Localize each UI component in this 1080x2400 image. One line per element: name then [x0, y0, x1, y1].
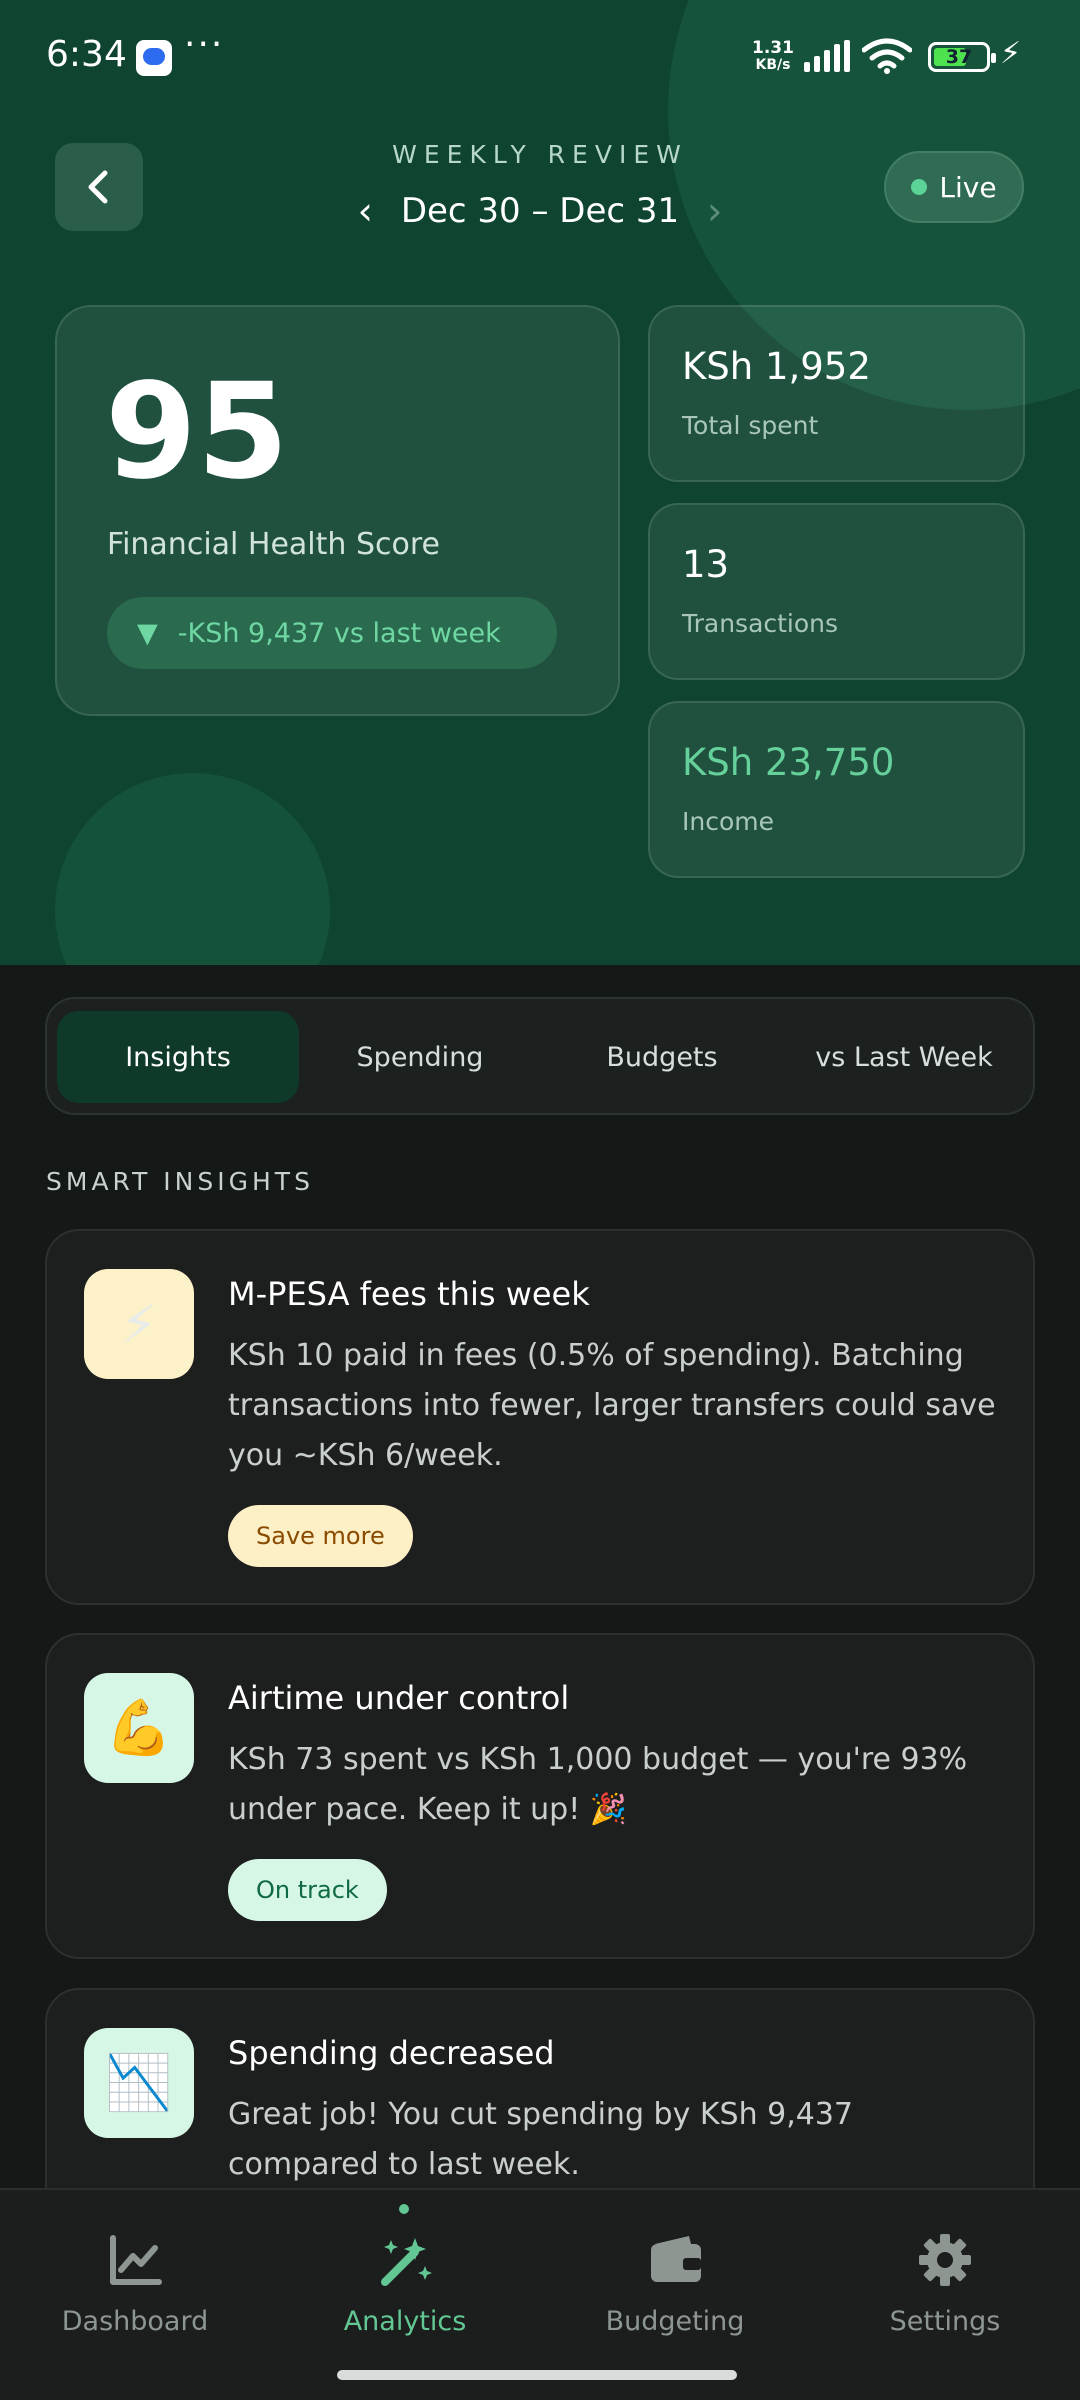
tab-vs-last-week[interactable]: vs Last Week [783, 1011, 1025, 1103]
down-arrow-icon: ▼ [137, 617, 158, 649]
insight-title: Spending decreased [228, 2034, 555, 2072]
section-title: SMART INSIGHTS [46, 1167, 314, 1196]
battery-icon: 37 [928, 42, 996, 72]
nav-dashboard[interactable]: Dashboard [25, 2230, 245, 2337]
nav-settings[interactable]: Settings [835, 2230, 1055, 2337]
status-time: 6:34 [46, 34, 127, 75]
magic-wand-icon [381, 2238, 432, 2286]
stat-value: KSh 23,750 [682, 741, 895, 784]
insight-body: KSh 10 paid in fees (0.5% of spending). … [228, 1338, 996, 1473]
insight-badge-on-track: On track [228, 1859, 387, 1921]
stat-value: 13 [682, 543, 730, 586]
health-score-value: 95 [105, 355, 289, 509]
insight-body: Great job! You cut spending by KSh 9,437… [228, 2097, 854, 2182]
charging-bolt-icon: ⚡ [1000, 36, 1022, 71]
network-speed: 1.31 KB/s [752, 40, 794, 74]
live-status-badge: Live [884, 151, 1024, 223]
insight-card-airtime[interactable]: 💪 Airtime under control KSh 73 spent vs … [45, 1633, 1035, 1959]
tab-budgets[interactable]: Budgets [541, 1011, 783, 1103]
chart-line-icon [110, 2235, 162, 2285]
nav-budgeting[interactable]: Budgeting [565, 2230, 785, 2337]
message-notification-icon [136, 40, 172, 76]
stat-value: KSh 1,952 [682, 345, 871, 388]
date-range: Dec 30 – Dec 31 [400, 191, 680, 231]
insight-badge-save-more: Save more [228, 1505, 413, 1567]
insight-card-mpesa-fees[interactable]: ⚡ M-PESA fees this week KSh 10 paid in f… [45, 1229, 1035, 1605]
health-score-label: Financial Health Score [107, 527, 440, 562]
network-speed-value: 1.31 [752, 38, 794, 58]
active-indicator-dot [399, 2204, 409, 2214]
chevron-left-icon [88, 170, 108, 204]
home-indicator[interactable] [337, 2370, 737, 2380]
nav-analytics[interactable]: Analytics [295, 2204, 515, 2337]
more-notifications-icon: ··· [184, 24, 225, 65]
network-speed-unit: KB/s [755, 57, 791, 73]
nav-label: Dashboard [61, 2306, 209, 2337]
analytics-tab-bar: Insights Spending Budgets vs Last Week [45, 997, 1035, 1115]
status-bar: 6:34 ··· 1.31 KB/s 37 ⚡ [0, 0, 1080, 115]
lightning-icon: ⚡ [84, 1269, 194, 1379]
stat-card-transactions: 13 Transactions [648, 503, 1025, 680]
previous-week-button[interactable]: ‹ [358, 189, 373, 233]
weekly-change-text: -KSh 9,437 vs last week [177, 617, 501, 649]
flexed-biceps-icon: 💪 [84, 1673, 194, 1783]
nav-label: Analytics [343, 2306, 467, 2337]
stat-card-income: KSh 23,750 Income [648, 701, 1025, 878]
wifi-icon [862, 38, 912, 74]
stat-label: Income [682, 807, 774, 836]
date-range-selector: ‹ Dec 30 – Dec 31 › [320, 186, 760, 236]
wallet-icon [651, 2236, 701, 2282]
insight-title: M-PESA fees this week [228, 1275, 590, 1313]
stat-label: Total spent [682, 411, 819, 440]
insight-title: Airtime under control [228, 1679, 570, 1717]
weekly-change-badge: ▼ -KSh 9,437 vs last week [107, 597, 557, 669]
cellular-signal-icon [804, 40, 850, 72]
gear-icon [919, 2234, 971, 2286]
tab-insights[interactable]: Insights [57, 1011, 299, 1103]
nav-label: Budgeting [605, 2306, 745, 2337]
nav-label: Settings [889, 2306, 1001, 2337]
live-dot-icon [911, 179, 928, 195]
stat-label: Transactions [682, 609, 839, 638]
stat-card-total-spent: KSh 1,952 Total spent [648, 305, 1025, 482]
next-week-button[interactable]: › [707, 189, 722, 233]
tab-spending[interactable]: Spending [299, 1011, 541, 1103]
health-score-card: 95 Financial Health Score ▼ -KSh 9,437 v… [55, 305, 620, 716]
chart-decreasing-icon: 📉 [84, 2028, 194, 2138]
bottom-navigation: Dashboard Analytics Budgeting Settings [0, 2188, 1080, 2400]
live-label: Live [939, 170, 997, 204]
insight-body: KSh 73 spent vs KSh 1,000 budget — you'r… [228, 1742, 968, 1827]
battery-percent: 37 [945, 46, 973, 68]
decorative-circle [55, 773, 330, 965]
hero-header: 6:34 ··· 1.31 KB/s 37 ⚡ WEEKLY REVIEW ‹ … [0, 0, 1080, 965]
